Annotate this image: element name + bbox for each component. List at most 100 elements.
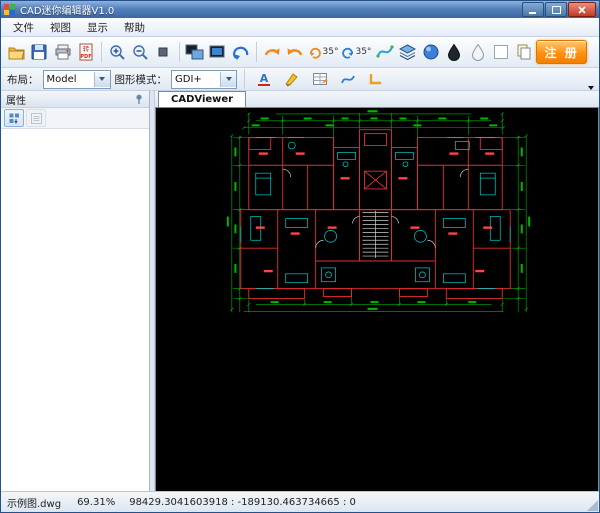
corner-icon <box>368 71 384 87</box>
linetype-button[interactable] <box>308 69 332 90</box>
pin-icon[interactable] <box>134 94 144 105</box>
font-style-button[interactable]: A <box>252 69 276 90</box>
window-controls <box>522 2 596 17</box>
stop-icon <box>154 43 172 61</box>
redo-rotate-button[interactable] <box>284 39 306 65</box>
convert-pdf-button[interactable]: 转PDF <box>75 39 97 65</box>
status-bar: 示例图.dwg 69.31% 98429.3041603918 : -18913… <box>1 491 599 512</box>
cad-drawing <box>156 108 598 491</box>
window-fit-icon <box>185 43 204 61</box>
layers-button[interactable] <box>397 39 419 65</box>
graphics-mode-select-arrow[interactable] <box>220 72 236 87</box>
main-toolbar: 转PDF 35° 35° 注 册 <box>1 37 599 68</box>
zoom-in-button[interactable] <box>106 39 128 65</box>
toolbar-separator <box>244 69 245 89</box>
properties-header: 属性 <box>1 91 149 108</box>
resize-grip[interactable] <box>587 500 598 511</box>
status-coordinates: 98429.3041603918 : -189130.463734665 : 0 <box>129 497 356 508</box>
zoom-out-icon <box>131 43 149 61</box>
chevron-down-icon <box>588 86 594 103</box>
rotate-right-angle: 35° <box>355 47 371 57</box>
app-window: CAD迷你编辑器V1.0 文件 视图 显示 帮助 转PDF 35° 35° <box>0 0 600 513</box>
cad-canvas[interactable] <box>155 107 599 491</box>
menu-file[interactable]: 文件 <box>5 19 42 36</box>
minimize-icon <box>529 6 537 14</box>
rotate-left-angle: 35° <box>323 47 339 57</box>
properties-panel: 属性 <box>1 91 150 491</box>
sort-alpha-icon <box>31 113 42 124</box>
background-white-button[interactable] <box>490 39 512 65</box>
font-icon: A <box>256 71 272 87</box>
layout-select-arrow[interactable] <box>94 72 110 87</box>
toolbar-separator <box>256 42 257 62</box>
properties-toolbar <box>1 108 149 129</box>
close-icon <box>578 6 586 14</box>
properties-list[interactable] <box>1 129 149 491</box>
render-sphere-button[interactable] <box>420 39 442 65</box>
graphics-mode-select[interactable]: GDI+ <box>171 70 237 89</box>
toolbar-separator <box>179 42 180 62</box>
light-drop-icon <box>469 43 487 61</box>
toolbar-separator <box>101 42 102 62</box>
brush-button[interactable] <box>280 69 304 90</box>
stairs-and-doors <box>283 169 469 258</box>
svg-text:PDF: PDF <box>80 54 91 60</box>
print-button[interactable] <box>52 39 74 65</box>
app-icon <box>4 4 16 16</box>
layout-value: Model <box>44 74 94 85</box>
close-button[interactable] <box>568 2 596 17</box>
menu-bar: 文件 视图 显示 帮助 <box>1 18 599 37</box>
open-button[interactable] <box>5 39 27 65</box>
title-bar: CAD迷你编辑器V1.0 <box>1 1 599 18</box>
pan-back-button[interactable] <box>230 39 252 65</box>
open-folder-icon <box>7 43 26 61</box>
maximize-button[interactable] <box>545 2 567 17</box>
sort-categorized-button[interactable] <box>4 109 24 127</box>
brush-icon <box>284 71 300 87</box>
curve-tool-button[interactable] <box>373 39 395 65</box>
ink-dark-button[interactable] <box>443 39 465 65</box>
polyline-button[interactable] <box>336 69 360 90</box>
layout-label: 布局： <box>7 72 39 87</box>
tab-list-dropdown[interactable] <box>588 90 594 103</box>
register-button[interactable]: 注 册 <box>536 40 587 64</box>
copy-button[interactable] <box>513 39 535 65</box>
white-square-icon <box>492 43 510 61</box>
print-icon <box>54 43 72 61</box>
corner-button[interactable] <box>364 69 388 90</box>
sphere-icon <box>422 43 440 61</box>
menu-help[interactable]: 帮助 <box>116 19 153 36</box>
save-icon <box>30 43 48 61</box>
window-extents-icon <box>208 43 227 61</box>
maximize-icon <box>552 6 561 14</box>
status-filename: 示例图.dwg <box>7 495 61 510</box>
sort-alpha-button[interactable] <box>26 109 46 127</box>
convert-pdf-icon: 转PDF <box>77 43 95 61</box>
layout-select[interactable]: Model <box>43 70 111 89</box>
rotate-left-icon <box>309 46 322 59</box>
curve-icon <box>376 43 394 61</box>
status-zoom: 69.31% <box>77 497 115 508</box>
window-extents-button[interactable] <box>207 39 229 65</box>
polyline-icon <box>340 71 356 87</box>
undo-arrow-icon <box>263 43 281 61</box>
tab-strip: CADViewer <box>155 91 599 107</box>
save-button[interactable] <box>28 39 50 65</box>
undo-rotate-button[interactable] <box>261 39 283 65</box>
layers-icon <box>398 43 417 61</box>
minimize-button[interactable] <box>522 2 544 17</box>
main-area: CADViewer <box>155 91 599 491</box>
menu-view[interactable]: 视图 <box>42 19 79 36</box>
options-bar: 布局： Model 图形模式： GDI+ A <box>1 68 599 91</box>
zoom-out-button[interactable] <box>129 39 151 65</box>
graphics-mode-value: GDI+ <box>172 74 220 85</box>
tab-cadviewer[interactable]: CADViewer <box>158 91 246 107</box>
svg-text:转: 转 <box>83 44 90 53</box>
rotate-right-35-button[interactable]: 35° <box>340 39 372 65</box>
rotate-left-35-button[interactable]: 35° <box>308 39 340 65</box>
menu-display[interactable]: 显示 <box>79 19 116 36</box>
ink-light-button[interactable] <box>466 39 488 65</box>
window-fit-button[interactable] <box>183 39 205 65</box>
pan-back-icon <box>232 43 250 61</box>
stop-button[interactable] <box>152 39 174 65</box>
